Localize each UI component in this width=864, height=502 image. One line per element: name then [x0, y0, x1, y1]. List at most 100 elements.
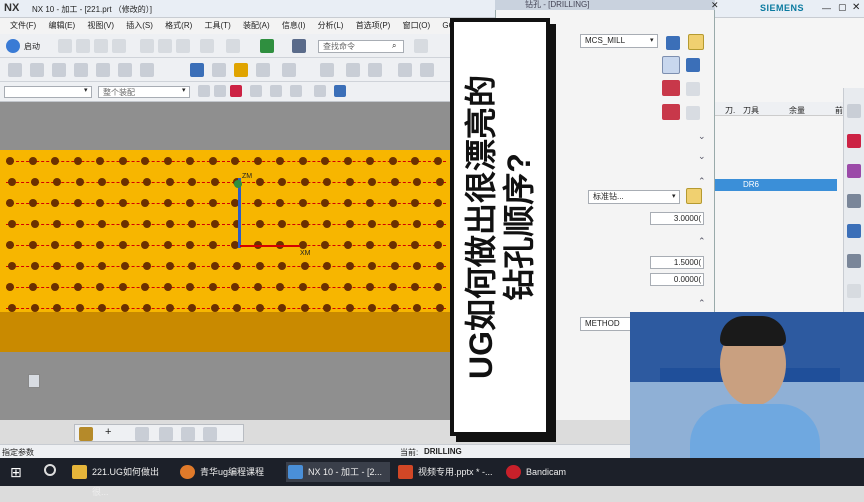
close-icon[interactable]: ✕: [852, 2, 860, 13]
drill-hole[interactable]: [8, 262, 16, 270]
depth-section-chevron-icon[interactable]: ⌃: [698, 236, 706, 247]
drill-hole[interactable]: [276, 199, 284, 207]
minimize-icon[interactable]: —: [822, 3, 831, 13]
drill-hole[interactable]: [163, 241, 172, 249]
drill-hole[interactable]: [73, 241, 82, 249]
drill-hole[interactable]: [343, 157, 352, 165]
drill-hole[interactable]: [433, 157, 442, 165]
drill-hole[interactable]: [28, 199, 37, 207]
drill-hole[interactable]: [165, 262, 174, 270]
drill-hole[interactable]: [186, 199, 194, 207]
top-surface-icon[interactable]: [662, 80, 680, 96]
chevron-down-icon[interactable]: ▾: [672, 192, 676, 200]
drill-hole[interactable]: [366, 157, 374, 165]
drill-hole[interactable]: [120, 178, 129, 186]
drill-hole[interactable]: [343, 199, 352, 207]
drill-hole[interactable]: [186, 157, 194, 165]
drill-hole[interactable]: [278, 220, 286, 228]
geometry-select[interactable]: MCS_MILL: [580, 34, 658, 48]
drill-hole[interactable]: [210, 304, 219, 312]
taskbar-item-explorer[interactable]: 221.UG如何做出很...: [70, 462, 170, 497]
drill-hole[interactable]: [300, 304, 309, 312]
drill-hole[interactable]: [411, 199, 419, 207]
drill-hole[interactable]: [208, 241, 217, 249]
depth-offset-input[interactable]: 1.5000(: [650, 256, 704, 269]
dialog-close-icon[interactable]: ✕: [711, 0, 719, 11]
drill-hole[interactable]: [118, 241, 127, 249]
drill-hole[interactable]: [208, 157, 217, 165]
drill-hole[interactable]: [30, 220, 39, 228]
drill-hole[interactable]: [51, 283, 59, 291]
drill-hole[interactable]: [323, 262, 331, 270]
drill-hole[interactable]: [413, 220, 421, 228]
drill-hole[interactable]: [388, 283, 397, 291]
drill-hole[interactable]: [96, 283, 104, 291]
search-icon[interactable]: [44, 464, 56, 476]
drill-hole[interactable]: [298, 283, 307, 291]
drill-hole[interactable]: [390, 178, 399, 186]
drill-hole[interactable]: [255, 220, 264, 228]
assembly-nav-icon[interactable]: [847, 194, 861, 208]
drill-hole[interactable]: [343, 283, 352, 291]
drill-hole[interactable]: [413, 262, 421, 270]
drill-hole[interactable]: [433, 199, 442, 207]
drill-hole[interactable]: [343, 241, 352, 249]
drill-hole[interactable]: [388, 199, 397, 207]
zoom-icon[interactable]: [181, 427, 195, 441]
drill-hole[interactable]: [411, 283, 419, 291]
drill-hole[interactable]: [276, 283, 284, 291]
drill-hole[interactable]: [163, 283, 172, 291]
drill-hole[interactable]: [6, 241, 14, 249]
drill-hole[interactable]: [278, 262, 286, 270]
drill-hole[interactable]: [51, 157, 59, 165]
drill-hole[interactable]: [366, 283, 374, 291]
drill-hole[interactable]: [141, 241, 149, 249]
axis-section-chevron-icon[interactable]: ⌄: [698, 151, 706, 162]
specify-holes-icon[interactable]: [662, 56, 680, 74]
drill-hole[interactable]: [366, 199, 374, 207]
drill-hole[interactable]: [388, 241, 397, 249]
origin-handle-icon[interactable]: [234, 180, 242, 188]
navigator-icon[interactable]: [847, 134, 861, 148]
drill-hole[interactable]: [390, 220, 399, 228]
plus-icon[interactable]: +: [105, 426, 111, 438]
drill-hole[interactable]: [435, 220, 444, 228]
drill-hole[interactable]: [96, 241, 104, 249]
drill-hole[interactable]: [163, 199, 172, 207]
drill-hole[interactable]: [368, 178, 376, 186]
drill-hole[interactable]: [118, 157, 127, 165]
drill-hole[interactable]: [253, 157, 262, 165]
edit-cycle-icon[interactable]: [686, 188, 702, 204]
method-select[interactable]: METHOD: [580, 317, 632, 331]
drill-hole[interactable]: [210, 262, 219, 270]
drill-hole[interactable]: [165, 304, 174, 312]
taskbar-item-browser[interactable]: 青华ug编程课程: [178, 462, 282, 482]
part-nav-icon[interactable]: [847, 164, 861, 178]
roles-icon[interactable]: [847, 254, 861, 268]
drill-hole[interactable]: [278, 304, 286, 312]
tool-section-chevron-icon[interactable]: ⌄: [698, 131, 706, 142]
drill-hole[interactable]: [141, 157, 149, 165]
drill-hole[interactable]: [321, 283, 329, 291]
shade-icon[interactable]: [203, 427, 217, 441]
settings-icon[interactable]: [847, 104, 861, 118]
drill-hole[interactable]: [98, 262, 106, 270]
drill-hole[interactable]: [411, 241, 419, 249]
drill-hole[interactable]: [321, 241, 329, 249]
drill-hole[interactable]: [143, 304, 151, 312]
through-offset-input[interactable]: 0.0000(: [650, 273, 704, 286]
drill-hole[interactable]: [435, 304, 444, 312]
drill-hole[interactable]: [208, 283, 217, 291]
drill-hole[interactable]: [390, 262, 399, 270]
drill-hole[interactable]: [231, 157, 239, 165]
drill-hole[interactable]: [411, 157, 419, 165]
maximize-icon[interactable]: ▢: [838, 2, 847, 13]
drill-hole[interactable]: [188, 304, 196, 312]
drill-hole[interactable]: [253, 283, 262, 291]
drill-hole[interactable]: [30, 304, 39, 312]
drill-hole[interactable]: [165, 178, 174, 186]
drill-hole[interactable]: [118, 283, 127, 291]
drill-hole[interactable]: [255, 262, 264, 270]
drill-hole[interactable]: [188, 178, 196, 186]
drill-hole[interactable]: [323, 220, 331, 228]
